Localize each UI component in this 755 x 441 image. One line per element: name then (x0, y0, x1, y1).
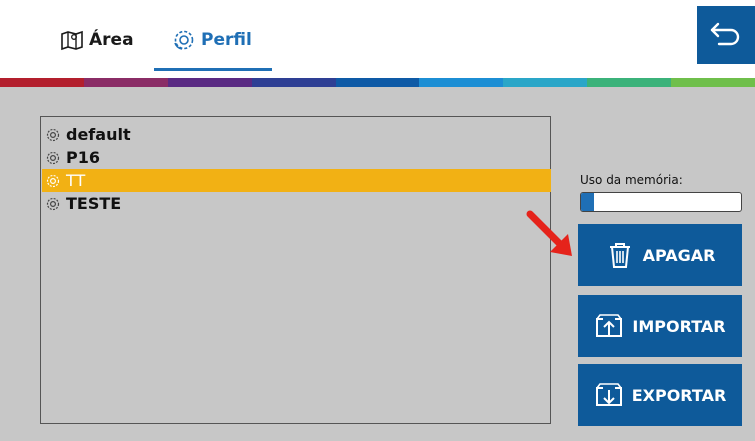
trash-icon (605, 240, 635, 270)
color-stripe-segment (503, 78, 588, 87)
profile-list-item-label: TESTE (66, 194, 122, 213)
memory-usage-label: Uso da memória: (580, 173, 683, 187)
profile-list-item-label: default (66, 125, 131, 144)
export-button[interactable]: EXPORTAR (578, 364, 742, 426)
color-stripe-segment (0, 78, 84, 87)
color-stripe-segment (83, 78, 168, 87)
import-icon (594, 311, 624, 341)
profile-gear-icon (46, 128, 60, 142)
import-button[interactable]: IMPORTAR (578, 295, 742, 357)
color-stripe-segment (167, 78, 252, 87)
pointer-arrow-icon (526, 210, 572, 256)
color-stripe-segment (587, 78, 672, 87)
profile-gear-icon (46, 174, 60, 188)
color-stripe-divider (0, 78, 755, 87)
export-button-label: EXPORTAR (631, 385, 727, 405)
tab-area-label: Área (89, 30, 134, 50)
main-content: default P16 TT TESTE Uso da memória: APAGAR (0, 87, 755, 441)
color-stripe-segment (671, 78, 755, 87)
return-arrow-icon (710, 22, 740, 46)
map-icon (60, 29, 84, 51)
color-stripe-segment (335, 78, 420, 87)
delete-button-label: APAGAR (642, 245, 716, 265)
memory-usage-fill (581, 193, 594, 211)
active-tab-indicator (154, 68, 272, 71)
export-icon (594, 380, 624, 410)
memory-usage-bar (580, 192, 742, 212)
import-button-label: IMPORTAR (632, 316, 726, 336)
profile-gear-icon (46, 197, 60, 211)
color-stripe-segment (419, 78, 504, 87)
profile-list-item[interactable]: P16 (42, 146, 551, 169)
profile-list-item[interactable]: TESTE (42, 192, 551, 215)
color-stripe-segment (251, 78, 336, 87)
profile-gear-icon (172, 29, 196, 51)
profile-list-item[interactable]: default (42, 123, 551, 146)
back-button[interactable] (697, 6, 755, 64)
profile-gear-icon (46, 151, 60, 165)
tab-perfil-label: Perfil (201, 30, 252, 50)
profile-list-item-label: P16 (66, 148, 100, 167)
tab-area[interactable]: Área (60, 22, 134, 58)
profile-list-item[interactable]: TT (42, 169, 551, 192)
delete-button[interactable]: APAGAR (578, 224, 742, 286)
profile-list-item-label: TT (66, 171, 86, 190)
profile-list[interactable]: default P16 TT TESTE (40, 116, 551, 424)
top-bar: Área Perfil (0, 0, 755, 76)
tab-perfil[interactable]: Perfil (172, 22, 252, 58)
